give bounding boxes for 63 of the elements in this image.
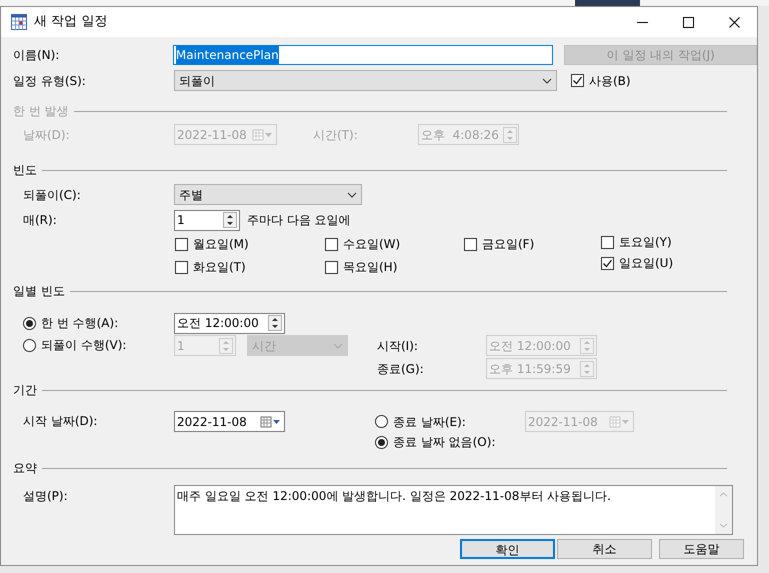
checkbox-label[interactable]: 수요일(W) — [343, 235, 400, 253]
field-label: 이름(N): — [12, 46, 60, 64]
window-title: 새 작업 일정 — [34, 13, 108, 32]
description-text: 매주 일요일 오전 12:00:00에 발생합니다. 일정은 2022-11-08부터 사용됩니다. — [176, 488, 612, 505]
checkbox[interactable] — [325, 238, 338, 250]
field-label: 주마다 다음 요일에 — [247, 212, 351, 229]
check-icon — [602, 258, 613, 268]
field-label: 날짜(D): — [22, 126, 71, 144]
group-title: 빈도 — [13, 162, 37, 179]
radio-label[interactable]: 종료 날짜(E): — [393, 412, 466, 430]
radio-button[interactable] — [23, 338, 36, 352]
spin-arrows-icon[interactable] — [223, 212, 237, 228]
radio-button[interactable] — [375, 415, 388, 428]
checkbox[interactable] — [175, 260, 188, 274]
checkbox-label[interactable]: 토요일(Y) — [619, 233, 672, 251]
field-label: 시작(I): — [377, 338, 419, 354]
radio-label[interactable]: 종료 날짜 없음(O): — [393, 433, 496, 451]
field-label: 종료(G): — [377, 360, 425, 378]
time-spin-field[interactable]: 오전 12:00:00 — [174, 312, 285, 334]
field-label: 설명(P): — [22, 488, 69, 505]
checkbox-label[interactable]: 금요일(F) — [482, 235, 534, 253]
checkbox[interactable] — [325, 260, 338, 274]
group-title: 한 번 발생 — [13, 103, 69, 120]
dialog-button[interactable]: 취소 — [557, 539, 652, 559]
calendar-icon — [11, 14, 27, 30]
field-label: 되풀이(C): — [22, 186, 82, 204]
start-date-field[interactable]: 2022-11-08 — [174, 411, 285, 432]
checkbox-label[interactable]: 일요일(U) — [619, 254, 674, 272]
radio-label[interactable]: 한 번 수행(A): — [41, 314, 118, 332]
dialog-button[interactable]: 도움말 — [659, 539, 744, 559]
checkbox[interactable] — [601, 256, 614, 270]
checkbox[interactable] — [571, 74, 584, 87]
checkbox-label[interactable]: 월요일(M) — [193, 235, 249, 253]
schedule-type-select[interactable]: 되풀이 — [174, 70, 557, 91]
field-label: 일정 유형(S): — [12, 72, 87, 90]
close-icon — [728, 16, 740, 28]
checkbox[interactable] — [175, 238, 188, 250]
chevron-down-icon — [333, 342, 343, 348]
checkbox-label[interactable]: 사용(B) — [589, 72, 631, 90]
scrollbar-icon — [715, 486, 732, 534]
dialog-button[interactable]: 확인 — [460, 539, 555, 559]
field-label: 매(R): — [22, 212, 58, 229]
field-label: 시작 날짜(D): — [22, 413, 98, 430]
calendar-dropdown-icon[interactable] — [260, 416, 282, 428]
chevron-down-icon — [542, 78, 552, 84]
group-title: 요약 — [13, 460, 37, 477]
weeks-spin-field[interactable]: 1 — [174, 210, 240, 230]
checkbox-label[interactable]: 화요일(T) — [193, 258, 246, 276]
checkbox-label[interactable]: 목요일(H) — [343, 258, 398, 276]
radio-button[interactable] — [23, 316, 36, 330]
group-title: 기간 — [13, 382, 37, 399]
radio-button[interactable] — [375, 436, 388, 448]
checkbox[interactable] — [601, 236, 614, 248]
checkbox[interactable] — [464, 238, 477, 250]
check-icon — [572, 75, 583, 86]
spin-arrows-icon[interactable] — [268, 315, 282, 331]
occurs-select[interactable]: 주별 — [174, 184, 362, 205]
maximize-icon — [682, 16, 694, 28]
radio-label[interactable]: 되풀이 수행(V): — [41, 336, 126, 354]
field-label: 시간(T): — [313, 126, 359, 144]
group-title: 일별 빈도 — [13, 283, 65, 300]
name-field[interactable]: MaintenancePlan — [172, 44, 554, 64]
chevron-down-icon — [347, 192, 357, 198]
